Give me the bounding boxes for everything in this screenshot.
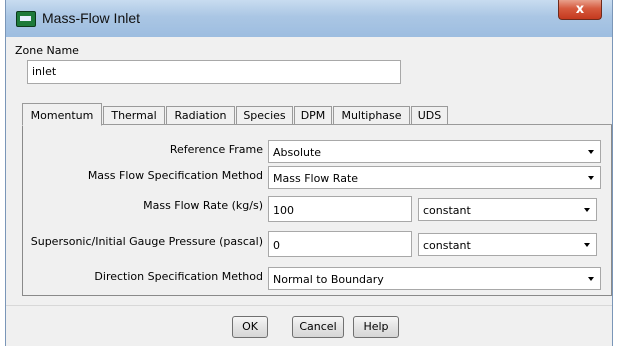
reference-frame-select[interactable]: Absolute bbox=[268, 140, 601, 163]
chevron-down-icon bbox=[588, 150, 594, 154]
window-title: Mass-Flow Inlet bbox=[42, 10, 141, 26]
zone-name-label: Zone Name bbox=[15, 44, 79, 57]
zone-name-input[interactable]: inlet bbox=[27, 60, 401, 84]
app-icon bbox=[16, 11, 36, 27]
help-button[interactable]: Help bbox=[353, 316, 399, 338]
close-button[interactable]: x bbox=[558, 0, 602, 20]
chevron-down-icon bbox=[584, 243, 590, 247]
tab-species[interactable]: Species bbox=[236, 106, 293, 125]
chevron-down-icon bbox=[584, 208, 590, 212]
reference-frame-label: Reference Frame bbox=[169, 143, 263, 156]
gauge-pressure-input[interactable]: 0 bbox=[268, 231, 412, 257]
title-bar[interactable]: Mass-Flow Inlet x bbox=[6, 0, 612, 37]
mass-flow-rate-profile-select[interactable]: constant bbox=[418, 198, 597, 221]
tab-multiphase[interactable]: Multiphase bbox=[333, 106, 410, 125]
tab-uds[interactable]: UDS bbox=[411, 106, 448, 125]
chevron-down-icon bbox=[588, 176, 594, 180]
chevron-down-icon bbox=[588, 277, 594, 281]
direction-spec-label: Direction Specification Method bbox=[94, 270, 263, 283]
tab-dpm[interactable]: DPM bbox=[294, 106, 332, 125]
tab-radiation[interactable]: Radiation bbox=[166, 106, 235, 125]
cancel-button[interactable]: Cancel bbox=[292, 316, 344, 338]
tab-thermal[interactable]: Thermal bbox=[103, 106, 165, 125]
mass-flow-spec-select[interactable]: Mass Flow Rate bbox=[268, 166, 601, 189]
gauge-pressure-profile-select[interactable]: constant bbox=[418, 233, 597, 256]
direction-spec-value: Normal to Boundary bbox=[273, 273, 384, 286]
mass-flow-rate-label: Mass Flow Rate (kg/s) bbox=[143, 199, 263, 212]
tab-momentum[interactable]: Momentum bbox=[22, 103, 102, 126]
dialog-window: Mass-Flow Inlet x Zone Name inlet Moment… bbox=[5, 0, 613, 346]
mass-flow-spec-label: Mass Flow Specification Method bbox=[87, 169, 263, 182]
gauge-pressure-label: Supersonic/Initial Gauge Pressure (pasca… bbox=[30, 235, 263, 248]
mass-flow-rate-profile-value: constant bbox=[423, 204, 471, 217]
button-bar-separator bbox=[6, 305, 612, 306]
mass-flow-rate-input[interactable]: 100 bbox=[268, 196, 412, 222]
tab-baseline bbox=[22, 124, 612, 125]
mass-flow-spec-value: Mass Flow Rate bbox=[273, 172, 359, 185]
direction-spec-select[interactable]: Normal to Boundary bbox=[268, 267, 601, 290]
gauge-pressure-profile-value: constant bbox=[423, 239, 471, 252]
ok-button[interactable]: OK bbox=[232, 316, 268, 338]
reference-frame-value: Absolute bbox=[273, 146, 322, 159]
